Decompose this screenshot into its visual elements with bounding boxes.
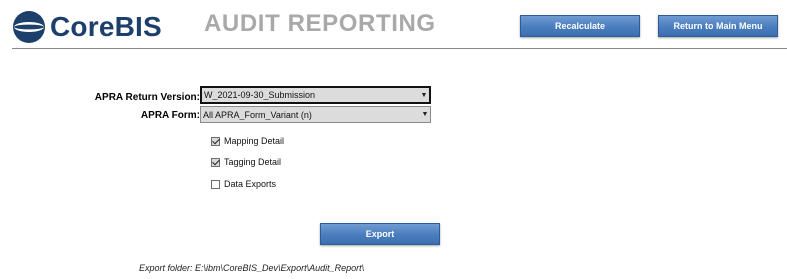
data-exports-label: Data Exports xyxy=(224,179,277,189)
mapping-detail-checkbox[interactable] xyxy=(211,136,220,146)
apra-form-value: All APRA_Form_Variant (n) xyxy=(203,109,312,120)
chevron-down-icon: ▼ xyxy=(421,111,429,118)
chevron-down-icon: ▼ xyxy=(420,91,428,99)
recalculate-button[interactable]: Recalculate xyxy=(520,15,640,37)
corebis-logo: CoreBIS xyxy=(12,10,162,44)
apra-return-version-value: W_2021-09-30_Submission xyxy=(204,90,316,100)
check-icon xyxy=(212,157,220,165)
tagging-detail-checkbox[interactable] xyxy=(211,157,220,167)
mapping-detail-label: Mapping Detail xyxy=(224,136,285,146)
export-folder-path: Export folder: E:\ibm\CoreBIS_Dev\Export… xyxy=(139,263,365,273)
logo-text: CoreBIS xyxy=(50,11,162,42)
apra-return-version-select[interactable]: W_2021-09-30_Submission ▼ xyxy=(200,86,431,104)
tagging-detail-label: Tagging Detail xyxy=(224,157,282,167)
page-title: AUDIT REPORTING xyxy=(204,10,436,37)
apra-form-select[interactable]: All APRA_Form_Variant (n) ▼ xyxy=(200,106,431,123)
check-icon xyxy=(212,136,220,144)
mapping-detail-option[interactable]: Mapping Detail xyxy=(211,135,284,147)
return-to-main-menu-button[interactable]: Return to Main Menu xyxy=(658,15,778,37)
apra-return-version-label: APRA Return Version: xyxy=(94,92,200,103)
tagging-detail-option[interactable]: Tagging Detail xyxy=(211,156,281,168)
corebis-logo-icon xyxy=(13,11,45,43)
data-exports-option[interactable]: Data Exports xyxy=(211,178,276,190)
export-button[interactable]: Export xyxy=(320,223,440,245)
header-divider xyxy=(12,48,787,49)
data-exports-checkbox[interactable] xyxy=(211,179,220,189)
apra-form-label: APRA Form: xyxy=(140,110,200,121)
